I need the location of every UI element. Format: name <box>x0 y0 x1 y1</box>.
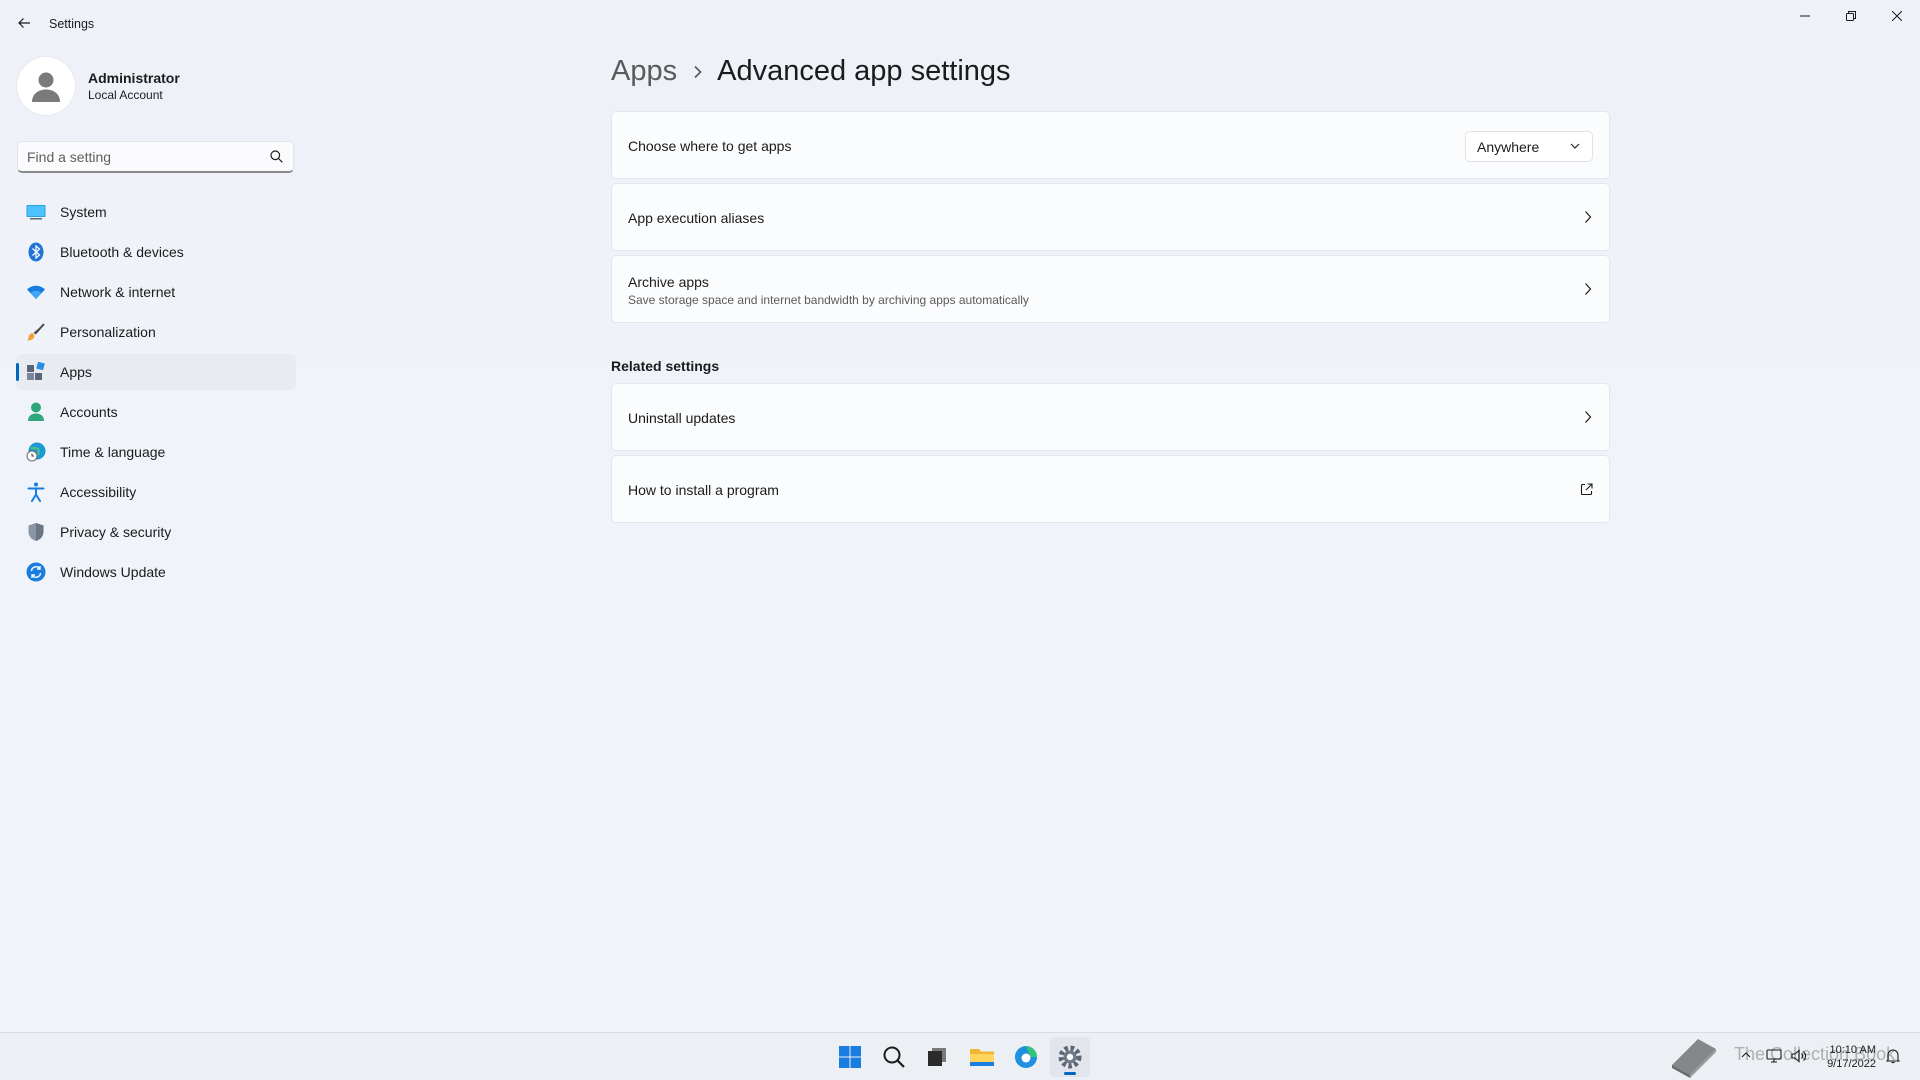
search-input[interactable] <box>27 142 257 171</box>
breadcrumb-parent-link[interactable]: Apps <box>611 55 677 88</box>
card-subtitle: Save storage space and internet bandwidt… <box>628 293 1029 307</box>
related-settings-heading: Related settings <box>611 358 720 374</box>
sidebar-item-personalization[interactable]: Personalization <box>16 314 296 350</box>
sidebar-item-system[interactable]: System <box>16 194 296 230</box>
user-profile[interactable]: Administrator Local Account <box>17 57 180 115</box>
close-button[interactable] <box>1874 0 1920 32</box>
notification-icon[interactable] <box>1886 1048 1900 1064</box>
archive-apps-card[interactable]: Archive apps Save storage space and inte… <box>611 255 1610 323</box>
search-box <box>17 141 294 173</box>
sidebar-item-bluetooth[interactable]: Bluetooth & devices <box>16 234 296 270</box>
choose-where-to-get-apps-card: Choose where to get apps Anywhere <box>611 111 1610 179</box>
app-execution-aliases-card[interactable]: App execution aliases <box>611 183 1610 251</box>
external-link-icon <box>1580 483 1593 496</box>
sidebar-item-label: Bluetooth & devices <box>60 244 184 260</box>
clock-time: 10:10 AM <box>1829 1044 1876 1056</box>
brush-icon <box>26 322 46 342</box>
chevron-right-icon <box>1585 283 1592 295</box>
clock-date: 9/17/2022 <box>1827 1058 1876 1070</box>
shield-icon <box>26 522 46 542</box>
network-icon[interactable] <box>1766 1049 1782 1063</box>
system-icon <box>26 202 46 222</box>
taskbar: The Collection Book 10:10 AM 9/17/2022 <box>0 1032 1920 1080</box>
minimize-button[interactable] <box>1782 0 1828 32</box>
taskbar-settings-button[interactable] <box>1050 1037 1090 1077</box>
sidebar-item-label: System <box>60 204 107 220</box>
back-arrow-icon <box>18 18 30 28</box>
taskbar-file-explorer-button[interactable] <box>962 1037 1002 1077</box>
sidebar-item-label: Apps <box>60 364 92 380</box>
file-explorer-icon <box>970 1049 994 1066</box>
profile-name: Administrator <box>88 70 180 86</box>
card-title: Choose where to get apps <box>628 138 792 154</box>
apps-icon <box>26 362 46 382</box>
active-indicator <box>1064 1072 1076 1075</box>
back-button[interactable] <box>12 11 36 35</box>
chevron-right-icon <box>1585 211 1592 223</box>
user-avatar-icon <box>32 72 60 102</box>
person-icon <box>26 402 46 422</box>
card-title: How to install a program <box>628 482 779 498</box>
sidebar-item-label: Personalization <box>60 324 156 340</box>
chevron-right-icon <box>1585 411 1592 423</box>
book-watermark-icon <box>1672 1039 1716 1078</box>
taskbar-search-button[interactable] <box>874 1037 914 1077</box>
card-title: Uninstall updates <box>628 410 736 426</box>
taskbar-task-view-button[interactable] <box>917 1037 957 1077</box>
volume-icon[interactable] <box>1791 1049 1807 1063</box>
sidebar-item-label: Privacy & security <box>60 524 172 540</box>
profile-account-type: Local Account <box>88 88 163 102</box>
chevron-down-icon <box>1570 143 1580 149</box>
sidebar-item-label: Time & language <box>60 444 166 460</box>
sidebar-item-accounts[interactable]: Accounts <box>16 394 296 430</box>
taskbar-edge-button[interactable] <box>1006 1037 1046 1077</box>
wifi-icon <box>26 282 46 302</box>
taskbar-clock[interactable]: 10:10 AM 9/17/2022 <box>1827 1043 1876 1071</box>
chevron-right-icon <box>693 65 703 79</box>
search-icon <box>883 1046 905 1068</box>
close-icon <box>1892 11 1902 21</box>
search-icon[interactable] <box>270 150 283 163</box>
title-bar: Settings <box>0 0 1920 48</box>
restore-icon <box>1846 11 1856 21</box>
page-title: Advanced app settings <box>717 55 1011 87</box>
sidebar-item-label: Accounts <box>60 404 118 420</box>
accessibility-icon <box>26 482 46 502</box>
taskbar-start-button[interactable] <box>830 1037 870 1077</box>
sidebar-item-time-language[interactable]: Time & language <box>16 434 296 470</box>
globe-clock-icon <box>26 442 46 462</box>
breadcrumb: Apps Advanced app settings <box>611 55 1011 88</box>
how-to-install-program-card[interactable]: How to install a program <box>611 455 1610 523</box>
sidebar-item-label: Accessibility <box>60 484 137 500</box>
start-icon <box>839 1046 861 1068</box>
sidebar-item-accessibility[interactable]: Accessibility <box>16 474 296 510</box>
bluetooth-icon <box>26 242 46 262</box>
sidebar-nav: System Bluetooth & devices Network & int… <box>16 194 296 594</box>
sidebar-item-privacy-security[interactable]: Privacy & security <box>16 514 296 550</box>
app-source-dropdown[interactable]: Anywhere <box>1465 131 1593 162</box>
avatar <box>17 57 75 115</box>
settings-icon <box>1058 1045 1082 1069</box>
sidebar-item-label: Windows Update <box>60 564 166 580</box>
sidebar-item-label: Network & internet <box>60 284 176 300</box>
sidebar-item-apps[interactable]: Apps <box>16 354 296 390</box>
chevron-up-icon[interactable] <box>1740 1049 1752 1061</box>
sidebar-item-windows-update[interactable]: Windows Update <box>16 554 296 590</box>
task-view-icon <box>928 1048 946 1066</box>
minimize-icon <box>1800 15 1810 17</box>
card-title: Archive apps <box>628 274 709 290</box>
restore-button[interactable] <box>1828 0 1874 32</box>
sidebar-item-network[interactable]: Network & internet <box>16 274 296 310</box>
card-title: App execution aliases <box>628 210 765 226</box>
window-title: Settings <box>49 17 95 31</box>
update-icon <box>26 562 46 582</box>
edge-icon <box>1015 1046 1037 1068</box>
dropdown-value: Anywhere <box>1477 139 1540 155</box>
uninstall-updates-card[interactable]: Uninstall updates <box>611 383 1610 451</box>
